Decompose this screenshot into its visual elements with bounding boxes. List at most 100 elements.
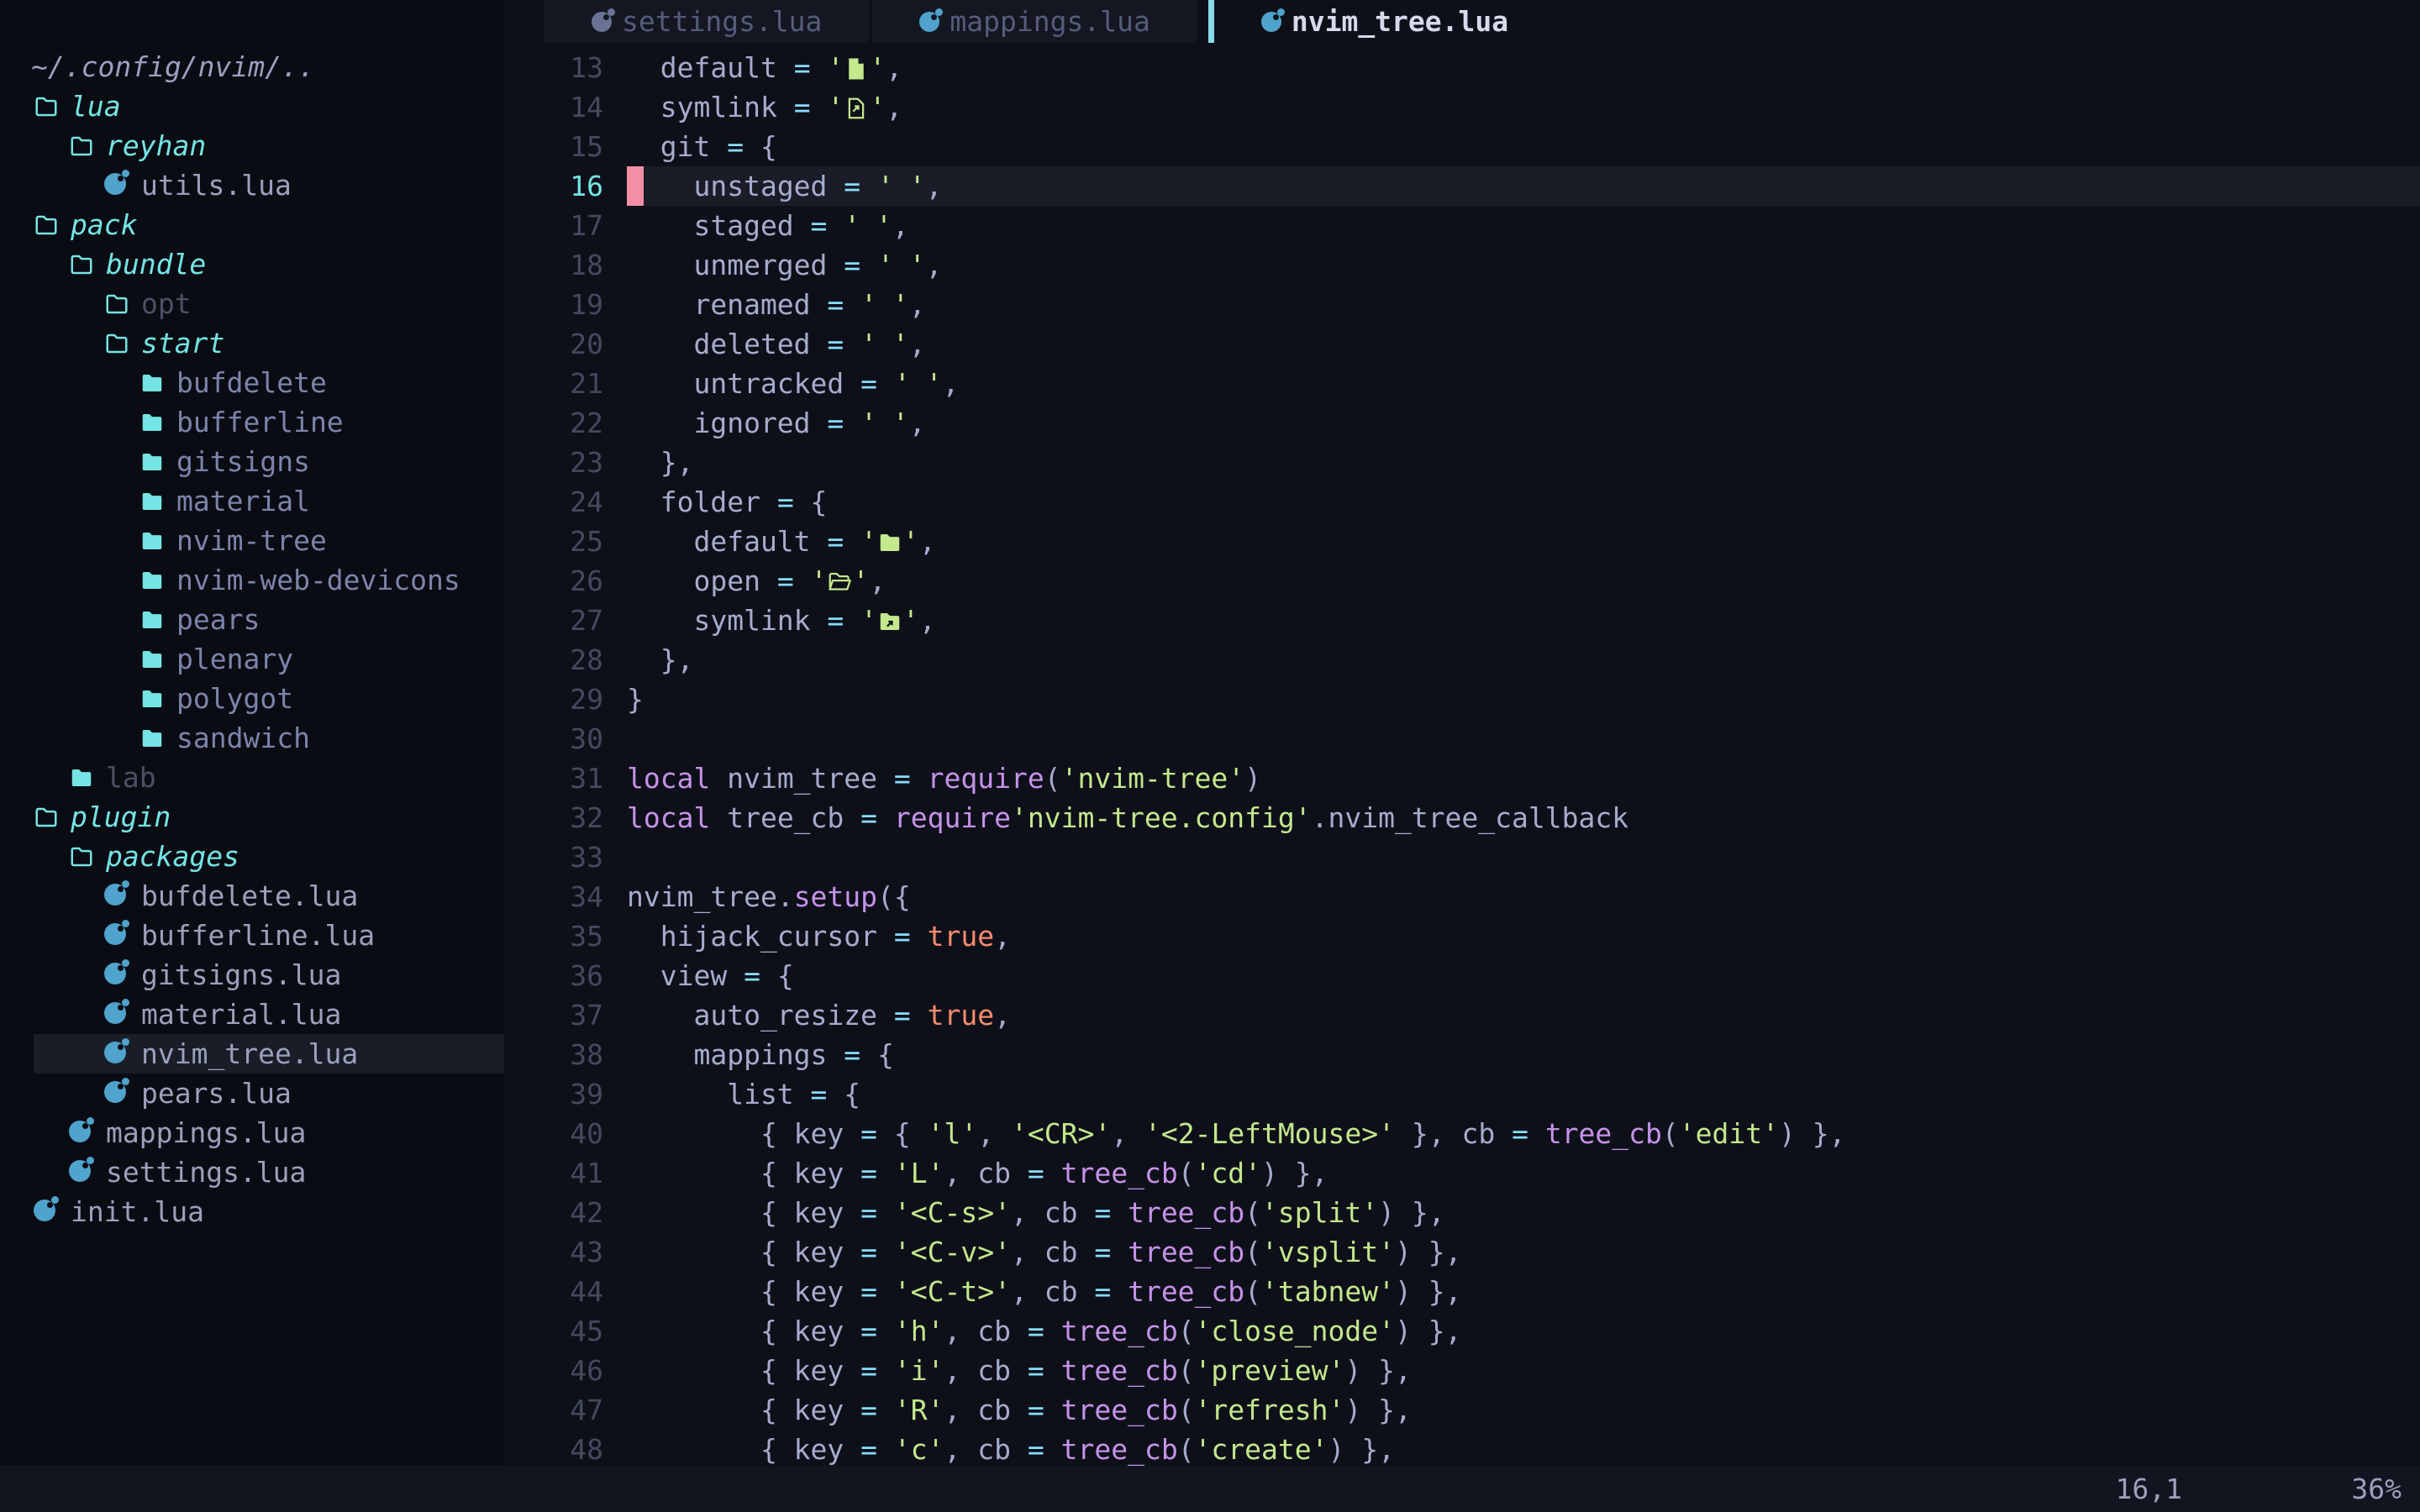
tree-item-material.lua[interactable]: material.lua (0, 995, 504, 1034)
code-line-35[interactable]: 35 hijack_cursor = true, (504, 916, 2420, 956)
code-line-19[interactable]: 19 renamed = '', (504, 285, 2420, 324)
tree-item-label: bufferline.lua (141, 919, 375, 952)
tree-root-path[interactable]: ~/.config/nvim/.. (0, 47, 504, 87)
tree-item-gitsigns.lua[interactable]: gitsigns.lua (0, 955, 504, 995)
tree-item-label: lab (106, 761, 156, 794)
tree-item-mappings.lua[interactable]: mappings.lua (0, 1113, 504, 1152)
folder-icon (139, 686, 165, 711)
tree-item-plenary[interactable]: plenary (0, 639, 504, 679)
tree-item-init.lua[interactable]: init.lua (0, 1192, 504, 1231)
tab-mappings.lua[interactable]: mappings.lua (872, 0, 1197, 43)
code-line-20[interactable]: 20 deleted = '', (504, 324, 2420, 364)
code-line-48[interactable]: 48 { key = 'c', cb = tree_cb('create') }… (504, 1430, 2420, 1466)
line-number: 33 (504, 837, 603, 877)
code-buffer[interactable]: 13 default = '',14 symlink = '',15 git =… (504, 43, 2420, 1466)
tree-item-bufferline[interactable]: bufferline (0, 402, 504, 442)
tree-item-label: reyhan (106, 129, 206, 162)
tree-item-polygot[interactable]: polygot (0, 679, 504, 718)
tree-item-start[interactable]: start (0, 323, 504, 363)
line-number: 22 (504, 403, 603, 443)
line-number: 46 (504, 1351, 603, 1390)
code-line-23[interactable]: 23 }, (504, 443, 2420, 482)
code-line-40[interactable]: 40 { key = { 'l', '<CR>', '<2-LeftMouse>… (504, 1114, 2420, 1153)
tabline-fill (504, 0, 544, 43)
code-line-46[interactable]: 46 { key = 'i', cb = tree_cb('preview') … (504, 1351, 2420, 1390)
code-line-39[interactable]: 39 list = { (504, 1074, 2420, 1114)
code-line-15[interactable]: 15 git = { (504, 127, 2420, 166)
code-line-33[interactable]: 33 (504, 837, 2420, 877)
code-line-31[interactable]: 31local nvim_tree = require('nvim-tree') (504, 759, 2420, 798)
code-line-13[interactable]: 13 default = '', (504, 48, 2420, 87)
folder-icon (139, 410, 165, 435)
code-line-18[interactable]: 18 unmerged = '', (504, 245, 2420, 285)
folder-closed-icon (877, 530, 902, 555)
code-line-41[interactable]: 41 { key = 'L', cb = tree_cb('cd') }, (504, 1153, 2420, 1193)
tree-item-pack[interactable]: pack (0, 205, 504, 244)
lua-icon (1261, 12, 1281, 32)
tree-item-label: plugin (71, 801, 171, 833)
tree-item-label: material (176, 485, 310, 517)
code-line-36[interactable]: 36 view = { (504, 956, 2420, 995)
folder-icon (104, 331, 129, 356)
tab-settings.lua[interactable]: settings.lua (544, 0, 869, 43)
tree-item-bufdelete.lua[interactable]: bufdelete.lua (0, 876, 504, 916)
tree-item-sandwich[interactable]: sandwich (0, 718, 504, 758)
folder-symlink-icon (877, 609, 902, 634)
tree-item-gitsigns[interactable]: gitsigns (0, 442, 504, 481)
tree-item-bufferline.lua[interactable]: bufferline.lua (0, 916, 504, 955)
code-line-47[interactable]: 47 { key = 'R', cb = tree_cb('refresh') … (504, 1390, 2420, 1430)
code-line-22[interactable]: 22 ignored = '', (504, 403, 2420, 443)
code-line-34[interactable]: 34nvim_tree.setup({ (504, 877, 2420, 916)
tree-item-nvim-tree[interactable]: nvim-tree (0, 521, 504, 560)
code-line-32[interactable]: 32local tree_cb = require'nvim-tree.conf… (504, 798, 2420, 837)
tree-item-opt[interactable]: opt (0, 284, 504, 323)
code-line-24[interactable]: 24 folder = { (504, 482, 2420, 522)
code-line-37[interactable]: 37 auto_resize = true, (504, 995, 2420, 1035)
code-line-38[interactable]: 38 mappings = { (504, 1035, 2420, 1074)
code-line-30[interactable]: 30 (504, 719, 2420, 759)
code-line-21[interactable]: 21 untracked = '', (504, 364, 2420, 403)
tree-item-settings.lua[interactable]: settings.lua (0, 1152, 504, 1192)
active-tab-indicator (1208, 0, 1214, 43)
tree-item-pears[interactable]: pears (0, 600, 504, 639)
tree-item-packages[interactable]: packages (0, 837, 504, 876)
line-number: 45 (504, 1311, 603, 1351)
line-number: 28 (504, 640, 603, 680)
tree-item-bufdelete[interactable]: bufdelete (0, 363, 504, 402)
folder-icon (139, 528, 165, 554)
code-line-26[interactable]: 26 open = '', (504, 561, 2420, 601)
folder-icon (69, 134, 94, 159)
tree-item-bundle[interactable]: bundle (0, 244, 504, 284)
code-line-42[interactable]: 42 { key = '<C-s>', cb = tree_cb('split'… (504, 1193, 2420, 1232)
tree-item-utils.lua[interactable]: utils.lua (0, 165, 504, 205)
tab-nvim_tree.lua[interactable]: nvim_tree.lua (1214, 0, 1555, 43)
code-line-14[interactable]: 14 symlink = '', (504, 87, 2420, 127)
code-line-44[interactable]: 44 { key = '<C-t>', cb = tree_cb('tabnew… (504, 1272, 2420, 1311)
code-line-28[interactable]: 28 }, (504, 640, 2420, 680)
code-line-43[interactable]: 43 { key = '<C-v>', cb = tree_cb('vsplit… (504, 1232, 2420, 1272)
code-line-29[interactable]: 29} (504, 680, 2420, 719)
tree-item-lua[interactable]: lua (0, 87, 504, 126)
lua-icon (104, 923, 126, 945)
code-line-25[interactable]: 25 default = '', (504, 522, 2420, 561)
folder-icon (139, 726, 165, 751)
tree-item-material[interactable]: material (0, 481, 504, 521)
tree-item-nvim_tree.lua[interactable]: nvim_tree.lua (0, 1034, 504, 1074)
tree-item-pears.lua[interactable]: pears.lua (0, 1074, 504, 1113)
tree-item-lab[interactable]: lab (0, 758, 504, 797)
folder-icon (139, 449, 165, 475)
tree-item-label: gitsigns.lua (141, 958, 341, 991)
code-line-27[interactable]: 27 symlink = '', (504, 601, 2420, 640)
tree-item-label: pears.lua (141, 1077, 292, 1110)
code-line-45[interactable]: 45 { key = 'h', cb = tree_cb('close_node… (504, 1311, 2420, 1351)
code-line-16[interactable]: 16 unstaged = '', (504, 166, 2420, 206)
line-number: 39 (504, 1074, 603, 1114)
tab-label: nvim_tree.lua (1292, 5, 1508, 38)
tree-item-nvim-web-devicons[interactable]: nvim-web-devicons (0, 560, 504, 600)
tree-item-reyhan[interactable]: reyhan (0, 126, 504, 165)
code-line-17[interactable]: 17 staged = '', (504, 206, 2420, 245)
tree-item-plugin[interactable]: plugin (0, 797, 504, 837)
tree-item-label: pears (176, 603, 260, 636)
line-number: 13 (504, 48, 603, 87)
line-number: 32 (504, 798, 603, 837)
